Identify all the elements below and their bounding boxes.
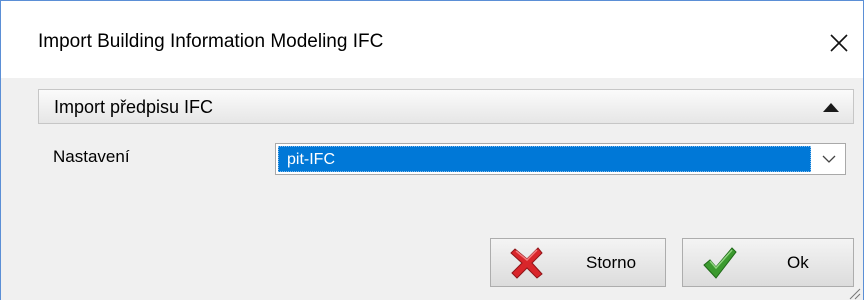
ok-button[interactable]: Ok <box>682 238 854 287</box>
section-header-import-ifc[interactable]: Import předpisu IFC <box>38 89 854 124</box>
import-ifc-dialog: Import Building Information Modeling IFC… <box>0 0 864 300</box>
cancel-button-label: Storno <box>586 253 637 272</box>
chevron-down-icon <box>822 155 836 163</box>
green-check-icon <box>703 247 737 279</box>
red-x-icon <box>510 247 543 279</box>
title-bar[interactable]: Import Building Information Modeling IFC <box>1 0 863 78</box>
dialog-body: Import předpisu IFC Nastavení pit-IFC St… <box>1 78 863 300</box>
settings-selected-value[interactable]: pit-IFC <box>278 146 811 172</box>
dropdown-button[interactable] <box>813 144 845 174</box>
section-title: Import předpisu IFC <box>54 97 214 117</box>
close-icon <box>830 34 848 52</box>
settings-label: Nastavení <box>53 147 130 166</box>
ok-button-label: Ok <box>787 253 809 272</box>
window-title: Import Building Information Modeling IFC <box>38 31 384 52</box>
cancel-button[interactable]: Storno <box>490 238 666 287</box>
resize-grip-icon[interactable] <box>847 286 861 300</box>
collapse-arrow-icon[interactable] <box>823 103 839 112</box>
close-button[interactable] <box>819 23 859 63</box>
settings-dropdown[interactable]: pit-IFC <box>275 143 846 175</box>
